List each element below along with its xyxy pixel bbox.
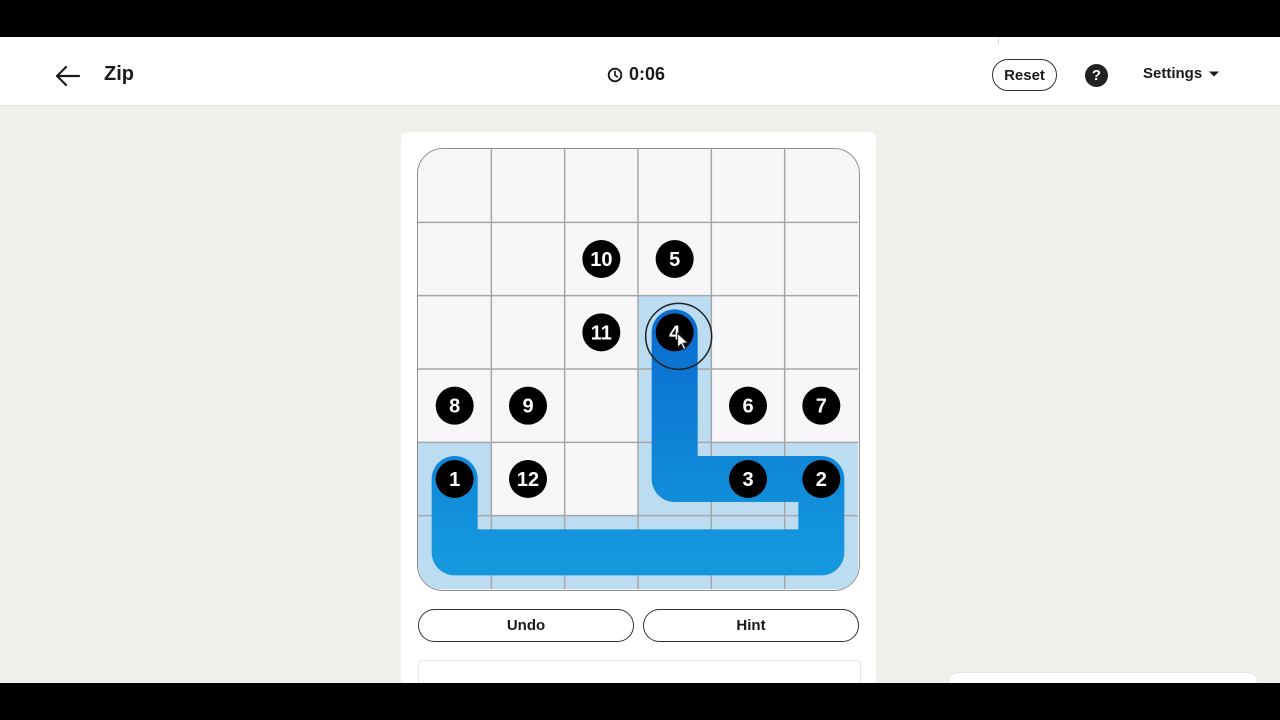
undo-button[interactable]: Undo [418,609,634,642]
board-cell[interactable] [784,149,858,223]
settings-button[interactable]: Settings [1143,65,1220,82]
board-cell[interactable] [418,149,492,223]
node-label: 8 [449,396,460,418]
node-label: 2 [816,469,827,491]
board-cell[interactable] [491,149,565,223]
node-label: 11 [591,322,612,344]
hint-button[interactable]: Hint [643,609,859,642]
node-label: 6 [742,396,753,418]
timer: 0:06 [607,64,665,85]
divider [998,37,999,45]
board-cell[interactable] [638,149,712,223]
board-cell[interactable] [491,222,565,296]
caret-down-icon [1209,71,1220,76]
board-cell[interactable] [491,295,565,369]
board-cell[interactable] [711,295,785,369]
floating-card [948,672,1258,683]
board-cell[interactable] [564,149,638,223]
node-label: 3 [742,469,753,491]
board-cell[interactable] [418,295,492,369]
question-icon[interactable]: ? [1085,64,1108,87]
node-label: 10 [590,249,612,271]
info-card [418,660,861,683]
node-label: 9 [522,396,533,418]
node-label: 12 [517,469,539,491]
board-cell[interactable] [564,369,638,443]
board-canvas: 10 511 48 9 6 71 12 3 2 [418,149,858,589]
clock-icon [607,67,623,82]
board-cell[interactable] [418,222,492,296]
node-label: 1 [449,469,460,491]
game-title: Zip [104,63,134,85]
game-screen: Zip 0:06 Reset ? Settings 10 5 11 4 8 9 6 7 1 12 3… [0,37,1280,683]
settings-label: Settings [1143,65,1203,82]
arrow-left-icon [55,65,81,87]
board-cell[interactable] [711,222,785,296]
game-panel: 10 5 11 4 8 9 6 7 1 12 3 2 Undo Hint [401,132,876,683]
board-cell[interactable] [784,295,858,369]
board-cell[interactable] [711,149,785,223]
node-label: 7 [816,396,827,418]
node-label: 5 [669,249,680,271]
board-cell[interactable] [564,442,638,516]
game-header: Zip 0:06 Reset ? Settings [0,45,1280,106]
reset-button[interactable]: Reset [992,59,1057,91]
back-button[interactable] [52,61,86,91]
board-cell[interactable] [784,222,858,296]
game-board[interactable]: 10 5 11 4 8 9 6 7 1 12 3 2 [417,148,860,591]
timer-value: 0:06 [629,64,666,84]
